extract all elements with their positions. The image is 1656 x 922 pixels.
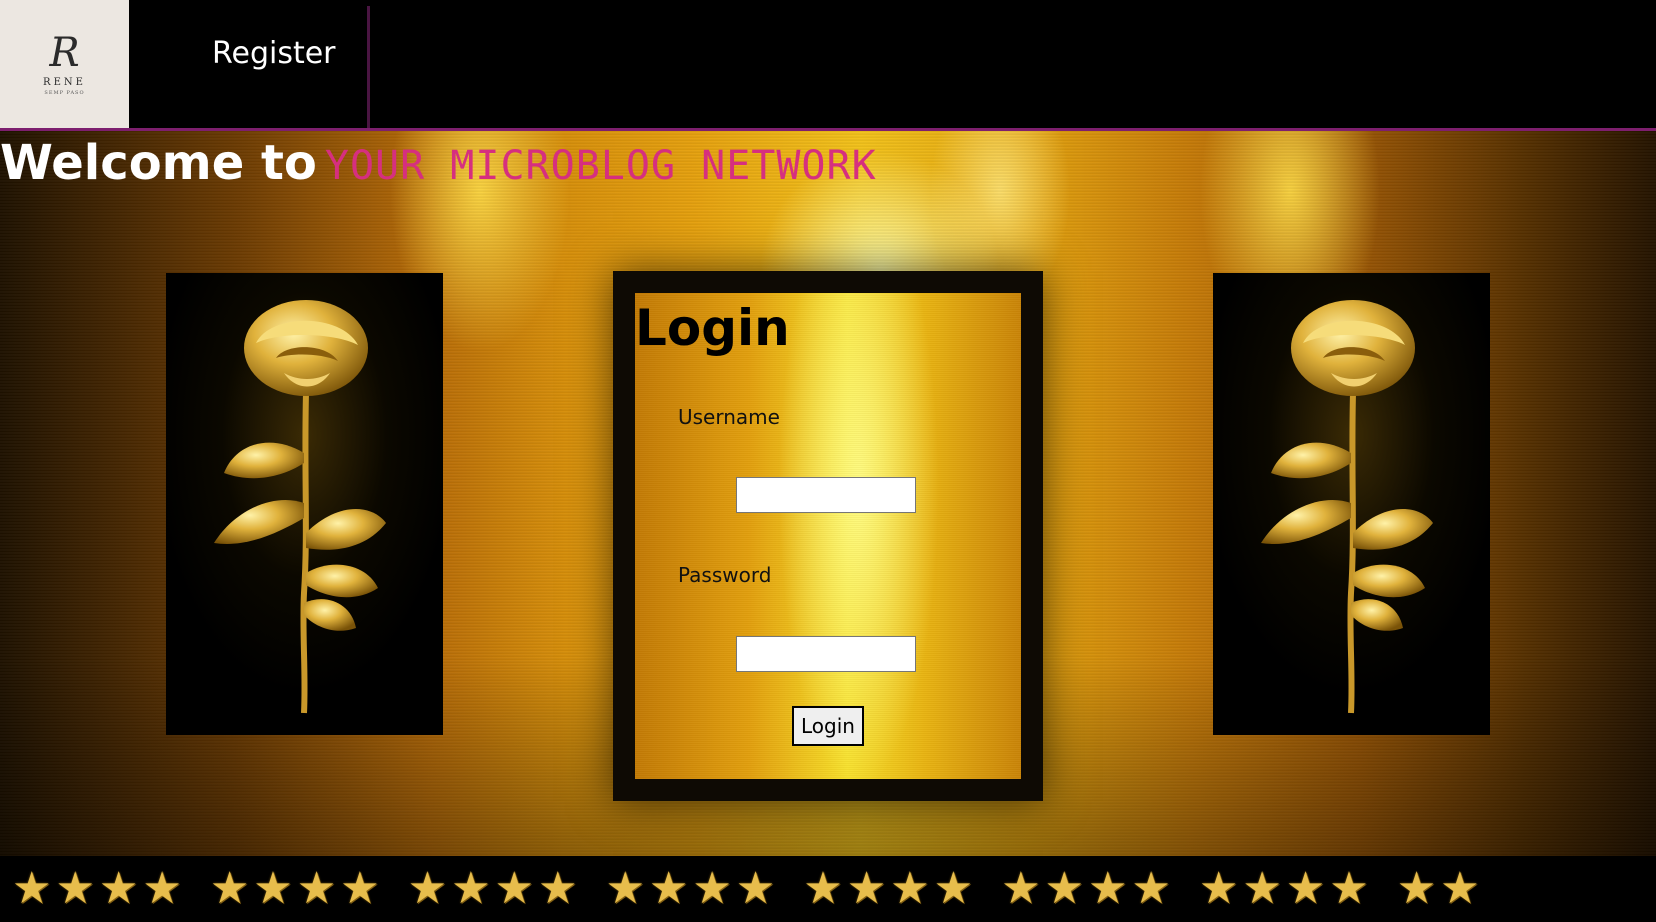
star-icon: ★ [605, 863, 645, 914]
star-icon: ★ [55, 863, 95, 914]
login-title: Login [635, 299, 790, 357]
welcome-brand: YOUR MICROBLOG NETWORK [324, 143, 877, 189]
nav-divider [367, 6, 370, 128]
register-link[interactable]: Register [212, 36, 336, 71]
star-icon: ★ [648, 863, 689, 914]
top-nav: R RENE SEMP PASO Register [0, 0, 1656, 131]
left-rose-image [166, 273, 443, 735]
star-group: ★ ★ ★ ★ [1199, 867, 1369, 911]
password-input[interactable] [736, 636, 916, 672]
star-icon: ★ [1396, 863, 1437, 914]
star-icon: ★ [933, 863, 974, 914]
star-icon: ★ [407, 863, 448, 914]
star-icon: ★ [1198, 863, 1239, 914]
star-icon: ★ [340, 863, 380, 914]
login-form: Login Username Password Login [635, 293, 1021, 779]
star-icon: ★ [142, 863, 182, 914]
star-icon: ★ [537, 863, 578, 914]
star-icon: ★ [1087, 863, 1128, 914]
password-label: Password [678, 563, 772, 587]
login-button[interactable]: Login [792, 706, 864, 746]
golden-rose-icon [1261, 300, 1433, 714]
username-label: Username [678, 405, 780, 429]
star-icon: ★ [692, 863, 732, 914]
star-group: ★ ★ ★ ★ [1001, 867, 1171, 911]
star-icon: ★ [1285, 863, 1326, 914]
star-icon: ★ [1044, 863, 1084, 914]
star-icon: ★ [209, 863, 250, 914]
star-group: ★ ★ ★ ★ [408, 867, 578, 911]
star-group: ★ ★ ★ ★ [210, 867, 380, 911]
star-icon: ★ [1440, 863, 1480, 914]
logo-letter: R [49, 29, 80, 76]
star-icon: ★ [890, 863, 930, 914]
star-icon: ★ [296, 863, 337, 914]
star-group: ★ ★ ★ ★ [605, 867, 775, 911]
logo-name: RENE [43, 76, 86, 88]
star-icon: ★ [451, 863, 491, 914]
star-icon: ★ [735, 863, 776, 914]
star-icon: ★ [98, 863, 139, 914]
right-rose-image [1213, 273, 1490, 735]
star-group: ★ ★ ★ ★ [803, 867, 973, 911]
star-icon: ★ [1001, 863, 1041, 914]
login-card: Login Username Password Login [613, 271, 1043, 801]
star-icon: ★ [846, 863, 887, 914]
star-icon: ★ [494, 863, 534, 914]
username-input[interactable] [736, 477, 916, 513]
main-stage: Welcome to YOUR MICROBLOG NETWORK Login … [0, 131, 1656, 856]
site-logo[interactable]: R RENE SEMP PASO [0, 0, 129, 128]
star-footer: ★ ★ ★ ★ ★ ★ ★ ★ ★ ★ ★ ★ ★ ★ ★ ★ ★ ★ ★ ★ ★ ★ ★ ★ ★ ★ ★ ★ ★ ★ [0, 856, 1656, 922]
star-icon: ★ [253, 863, 293, 914]
star-icon: ★ [1242, 863, 1282, 914]
star-group: ★ ★ [1397, 867, 1480, 911]
star-icon: ★ [1131, 863, 1171, 914]
star-icon: ★ [803, 863, 843, 914]
welcome-prefix: Welcome to [0, 135, 317, 191]
welcome-heading: Welcome to YOUR MICROBLOG NETWORK [0, 135, 877, 191]
star-icon: ★ [1329, 863, 1369, 914]
logo-tagline: SEMP PASO [44, 89, 85, 96]
golden-rose-icon [214, 300, 386, 714]
star-icon: ★ [12, 863, 52, 914]
star-group: ★ ★ ★ ★ [12, 867, 182, 911]
